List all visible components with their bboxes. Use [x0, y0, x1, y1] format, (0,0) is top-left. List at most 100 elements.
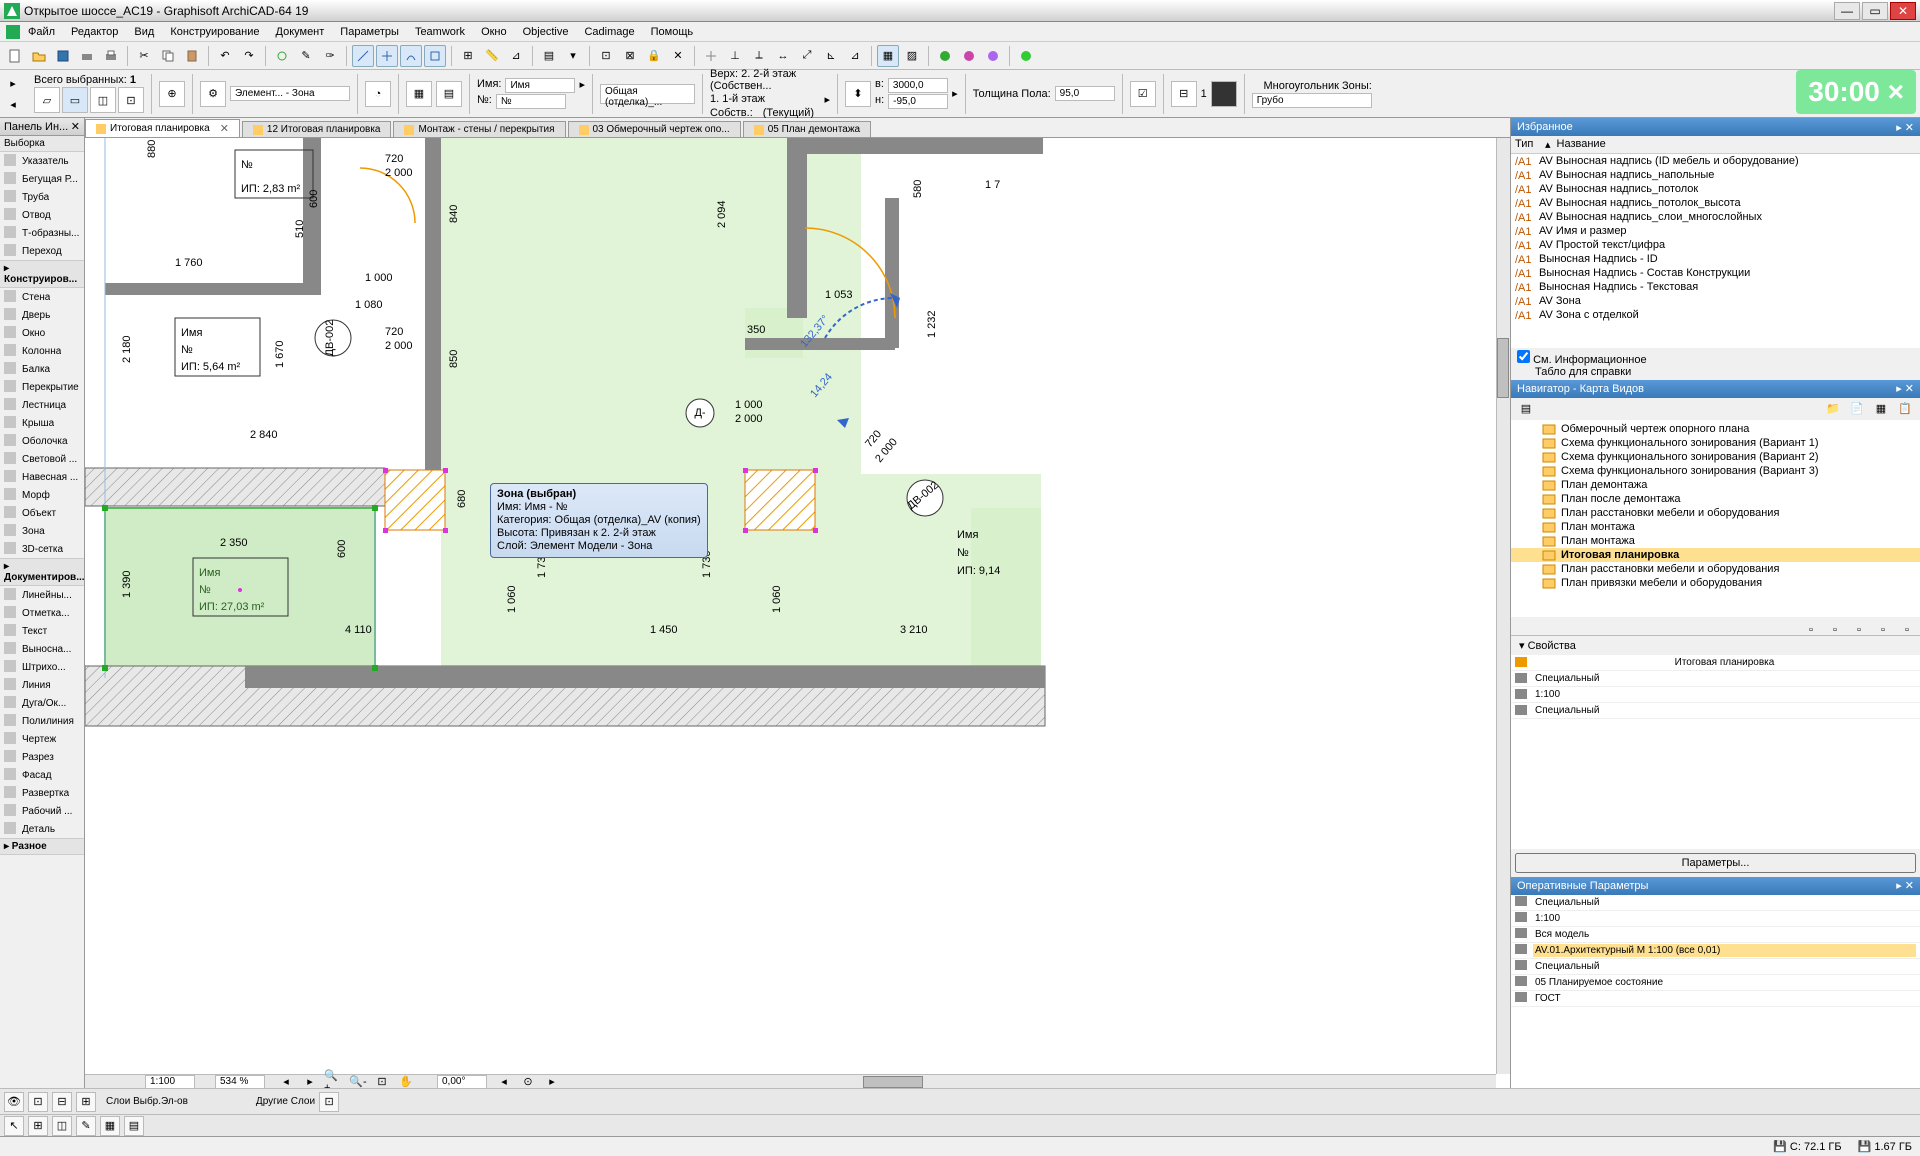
- prop-r1[interactable]: 1:100: [1533, 688, 1916, 701]
- stamp-chk[interactable]: ☑: [1130, 81, 1156, 107]
- zoom-prev-button[interactable]: ◂: [275, 1071, 297, 1089]
- favorite-item[interactable]: /A1AV Зона: [1511, 294, 1920, 308]
- navigator-header[interactable]: Навигатор - Карта Видов▸ ✕: [1511, 380, 1920, 398]
- tool-Выносна...[interactable]: Выносна...: [0, 640, 84, 658]
- menu-document[interactable]: Документ: [268, 24, 333, 40]
- tool-Дуга/Ок...[interactable]: Дуга/Ок...: [0, 694, 84, 712]
- plot-button[interactable]: [100, 45, 122, 67]
- h-input[interactable]: [888, 94, 948, 109]
- render1-button[interactable]: ▦: [877, 45, 899, 67]
- nav-item[interactable]: План монтажа: [1511, 534, 1920, 548]
- prop-r2[interactable]: Специальный: [1533, 704, 1916, 717]
- tool-3D-сетка[interactable]: 3D-сетка: [0, 540, 84, 558]
- redo-button[interactable]: ↷: [238, 45, 260, 67]
- syringe-icon[interactable]: ✑: [319, 45, 341, 67]
- params-button[interactable]: Параметры...: [1515, 853, 1916, 873]
- pick-button[interactable]: [271, 45, 293, 67]
- favorite-item[interactable]: /A1AV Выносная надпись_напольные: [1511, 168, 1920, 182]
- tab[interactable]: 03 Обмерочный чертеж опо...: [568, 121, 741, 137]
- tool-group-header[interactable]: ▸ Документиров...: [0, 558, 84, 586]
- opt2-button[interactable]: [1211, 81, 1237, 107]
- settings-button[interactable]: ⚙: [200, 81, 226, 107]
- snap2-button[interactable]: [376, 45, 398, 67]
- paste-button[interactable]: [181, 45, 203, 67]
- ang-next-button[interactable]: ▸: [541, 1071, 563, 1089]
- qt-b2[interactable]: ⊞: [28, 1116, 48, 1136]
- favorite-item[interactable]: /A1AV Выносная надпись (ID мебель и обор…: [1511, 154, 1920, 168]
- nav-item[interactable]: Итоговая планировка: [1511, 548, 1920, 562]
- cut-button[interactable]: ✂: [133, 45, 155, 67]
- tool-Труба[interactable]: Труба: [0, 188, 84, 206]
- nav-b3[interactable]: ▦: [1870, 398, 1892, 420]
- qb-b5[interactable]: ⊡: [319, 1092, 339, 1112]
- no-input[interactable]: [496, 94, 566, 109]
- nav-item[interactable]: Схема функционального зонирования (Вариа…: [1511, 464, 1920, 478]
- tool-Навесная ...[interactable]: Навесная ...: [0, 468, 84, 486]
- qt-b6[interactable]: ▤: [124, 1116, 144, 1136]
- menu-teamwork[interactable]: Teamwork: [407, 24, 473, 40]
- tool-Текст[interactable]: Текст: [0, 622, 84, 640]
- tool10-button[interactable]: ⊾: [820, 45, 842, 67]
- nav-item[interactable]: Обмерочный чертеж опорного плана: [1511, 422, 1920, 436]
- nav-item[interactable]: План демонтажа: [1511, 478, 1920, 492]
- ruler-button[interactable]: 📏: [481, 45, 503, 67]
- fav-checkbox[interactable]: См. Информационное: [1517, 354, 1647, 366]
- copy-button[interactable]: [157, 45, 179, 67]
- nav-item[interactable]: План монтажа: [1511, 520, 1920, 534]
- scrollbar-horizontal[interactable]: 1:100 534 % ◂ ▸ 🔍+ 🔍- ⊡ ✋ 0,00° ◂ ⊙ ▸: [85, 1074, 1496, 1088]
- close-button[interactable]: ✕: [1890, 2, 1916, 20]
- tool-group-header[interactable]: ▸ Разное: [0, 838, 84, 855]
- scale-field[interactable]: 1:100: [145, 1075, 195, 1089]
- tool-Окно[interactable]: Окно: [0, 324, 84, 342]
- qb-eye-icon[interactable]: 👁: [4, 1092, 24, 1112]
- tool-Разрез[interactable]: Разрез: [0, 748, 84, 766]
- tool-Крыша[interactable]: Крыша: [0, 414, 84, 432]
- tool-Фасад[interactable]: Фасад: [0, 766, 84, 784]
- struct-button[interactable]: ▦: [406, 81, 432, 107]
- oper-row[interactable]: Специальный: [1511, 895, 1920, 911]
- tool-group-header[interactable]: ▸ Конструиров...: [0, 260, 84, 288]
- oper-row[interactable]: Вся модель: [1511, 927, 1920, 943]
- eyedropper-icon[interactable]: ✎: [295, 45, 317, 67]
- qt-b3[interactable]: ◫: [52, 1116, 72, 1136]
- color2-button[interactable]: [958, 45, 980, 67]
- tool-Дверь[interactable]: Дверь: [0, 306, 84, 324]
- tool-Т-образны...[interactable]: Т-образны...: [0, 224, 84, 242]
- tool-Световой ...[interactable]: Световой ...: [0, 450, 84, 468]
- tool-Бегущая Р...[interactable]: Бегущая Р...: [0, 170, 84, 188]
- tool-Развертка[interactable]: Развертка: [0, 784, 84, 802]
- tool-Колонна[interactable]: Колонна: [0, 342, 84, 360]
- favorite-item[interactable]: /A1AV Выносная надпись_слои_многослойных: [1511, 210, 1920, 224]
- menu-view[interactable]: Вид: [126, 24, 162, 40]
- oper-row[interactable]: Специальный: [1511, 959, 1920, 975]
- tab-close-icon[interactable]: ✕: [220, 122, 229, 135]
- favorite-item[interactable]: /A1AV Выносная надпись_потолок_высота: [1511, 196, 1920, 210]
- geom4-button[interactable]: ⊡: [118, 87, 144, 113]
- app-menu-icon[interactable]: [6, 25, 20, 39]
- angle-field[interactable]: 0,00°: [437, 1075, 487, 1089]
- tab[interactable]: 12 Итоговая планировка: [242, 121, 392, 137]
- tool8-button[interactable]: ↔: [772, 45, 794, 67]
- record-button[interactable]: [1015, 45, 1037, 67]
- element-type[interactable]: Элемент... - Зона: [230, 86, 350, 101]
- layer-select[interactable]: [1252, 93, 1372, 108]
- thick-input[interactable]: [1055, 86, 1115, 101]
- favorite-item[interactable]: /A1AV Имя и размер: [1511, 224, 1920, 238]
- scrollbar-vertical[interactable]: [1496, 138, 1510, 1074]
- maximize-button[interactable]: ▭: [1862, 2, 1888, 20]
- oper-row[interactable]: 05 Планируемое состояние: [1511, 975, 1920, 991]
- tool-Объект[interactable]: Объект: [0, 504, 84, 522]
- tool6-button[interactable]: ⊥: [724, 45, 746, 67]
- tool-Переход[interactable]: Переход: [0, 242, 84, 260]
- tool-Лестница[interactable]: Лестница: [0, 396, 84, 414]
- nav-item[interactable]: План расстановки мебели и оборудования: [1511, 506, 1920, 520]
- qt-b4[interactable]: ✎: [76, 1116, 96, 1136]
- nav-mode-button[interactable]: ▤: [1515, 398, 1537, 420]
- favorite-item[interactable]: /A1AV Выносная надпись_потолок: [1511, 182, 1920, 196]
- oper-header[interactable]: Оперативные Параметры▸ ✕: [1511, 877, 1920, 895]
- tool-Штрихо...[interactable]: Штрихо...: [0, 658, 84, 676]
- tool-Линейны...[interactable]: Линейны...: [0, 586, 84, 604]
- suspend-button[interactable]: ⊠: [619, 45, 641, 67]
- geom1-button[interactable]: ▱: [34, 87, 60, 113]
- oper-row[interactable]: AV.01.Архитектурный М 1:100 (все 0,01): [1511, 943, 1920, 959]
